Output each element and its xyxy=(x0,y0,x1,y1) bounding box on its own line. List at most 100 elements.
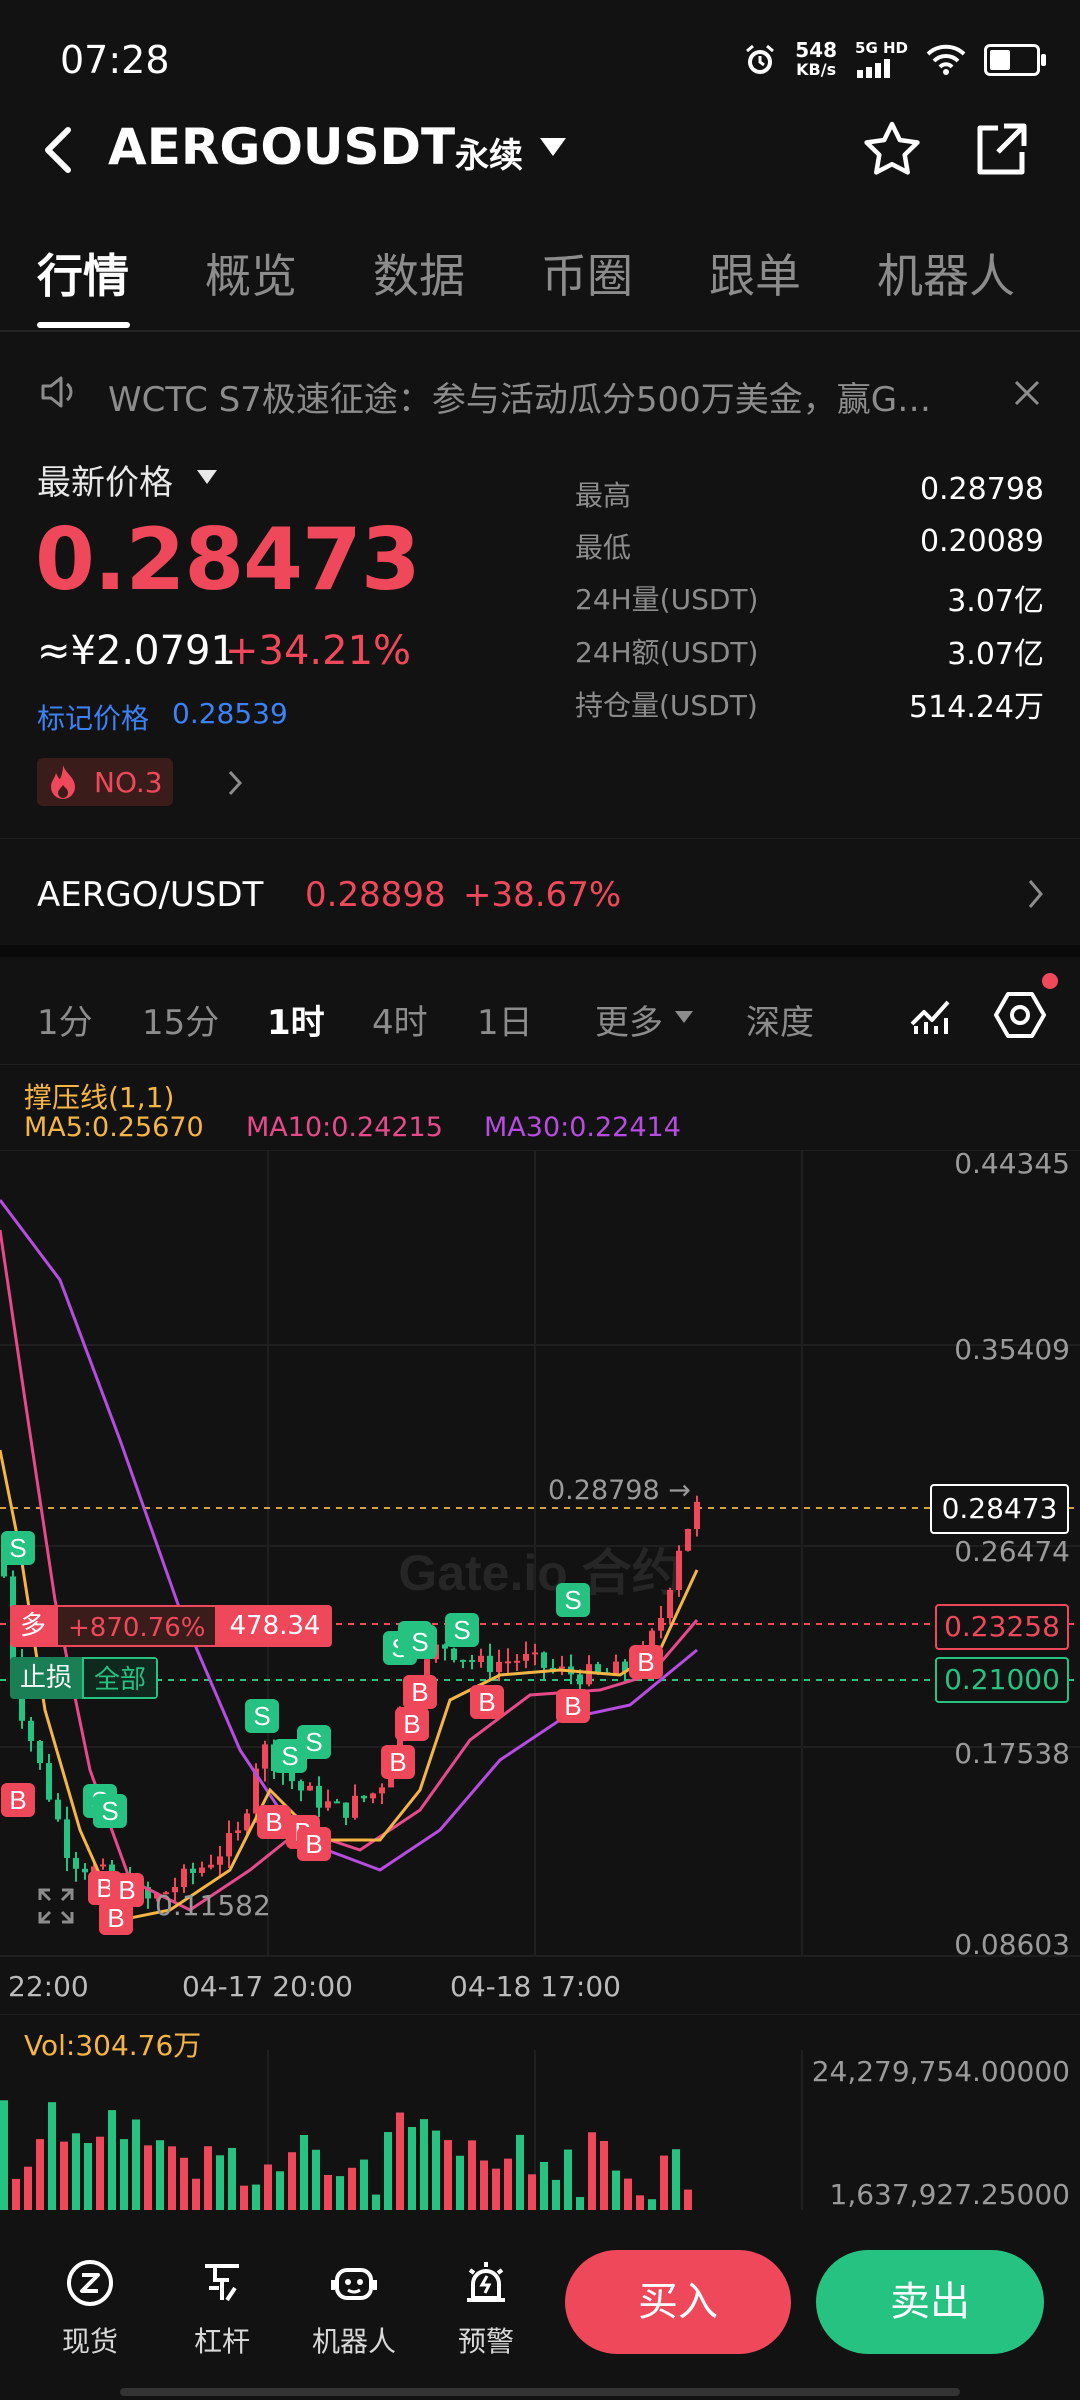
candlestick-chart[interactable]: Gate.io 合约 SSSSSSSSSSSBBBBBBBBBBBBB xyxy=(0,1150,1080,1960)
nav-spot[interactable]: 现货 xyxy=(35,2258,145,2360)
candle-body xyxy=(541,1652,547,1668)
candle-body xyxy=(100,1864,106,1867)
fullscreen-icon[interactable] xyxy=(36,1886,76,1926)
volume-chart xyxy=(0,2050,803,2210)
tab-market[interactable]: 行情 xyxy=(37,240,129,306)
interval-1d[interactable]: 1日 xyxy=(477,995,533,1044)
position-pill[interactable]: 多 +870.76% 478.34 xyxy=(10,1605,333,1647)
indicator-icon[interactable] xyxy=(906,990,954,1038)
volume-bar xyxy=(672,2149,680,2210)
sell-button[interactable]: 卖出 xyxy=(816,2250,1044,2354)
candle-body xyxy=(505,1661,511,1664)
volume-bar xyxy=(600,2141,608,2210)
volume-bar xyxy=(480,2160,488,2210)
announcement-text[interactable]: WCTC S7极速征途：参与活动瓜分500万美金，赢G… xyxy=(108,372,968,421)
chevron-right-icon[interactable] xyxy=(1024,877,1048,911)
volume-bar xyxy=(144,2145,152,2210)
volume-bar xyxy=(300,2134,308,2210)
depth-tab[interactable]: 深度 xyxy=(746,995,814,1044)
buy-button[interactable]: 买入 xyxy=(565,2250,791,2354)
volume-bar xyxy=(516,2134,524,2210)
candle-body xyxy=(478,1655,484,1663)
nav-bot[interactable]: 机器人 xyxy=(299,2258,409,2360)
candle-body xyxy=(496,1661,502,1673)
nav-alert[interactable]: 预警 xyxy=(431,2258,541,2360)
volume-bar xyxy=(420,2119,428,2210)
buy-marker: B xyxy=(305,1829,322,1859)
candle-body xyxy=(334,1801,340,1804)
volume-bar xyxy=(156,2140,164,2210)
stat-high-value: 0.28798 xyxy=(919,472,1044,507)
nav-bot-label: 机器人 xyxy=(311,2325,396,2358)
net-type: 5G HD xyxy=(855,38,908,82)
volume-bar xyxy=(312,2149,320,2210)
position-size: 478.34 xyxy=(217,1605,333,1647)
candle-body xyxy=(577,1674,583,1685)
spot-pair[interactable]: AERGO/USDT xyxy=(37,875,263,915)
volume-bar xyxy=(60,2141,68,2210)
volume-bar xyxy=(324,2175,332,2210)
volume-bar xyxy=(96,2136,104,2210)
contract-type[interactable]: 永续 xyxy=(455,128,523,177)
interval-more[interactable]: 更多 xyxy=(595,995,663,1044)
settings-icon[interactable] xyxy=(994,990,1046,1040)
dropdown-icon[interactable] xyxy=(540,138,566,156)
volume-bar xyxy=(72,2133,80,2210)
volume-bar xyxy=(444,2140,452,2210)
more-dropdown-icon[interactable] xyxy=(675,1011,693,1023)
sell-marker: S xyxy=(101,1796,118,1826)
volume-bar xyxy=(228,2147,236,2210)
volume-bar xyxy=(384,2132,392,2210)
candle-body xyxy=(217,1856,223,1865)
tab-bot[interactable]: 机器人 xyxy=(877,240,1015,306)
price-type-label[interactable]: 最新价格 xyxy=(37,455,173,504)
tab-copy-trading[interactable]: 跟单 xyxy=(709,240,801,306)
candle-body xyxy=(667,1589,673,1618)
candle-body xyxy=(487,1655,493,1673)
tab-data[interactable]: 数据 xyxy=(373,240,465,306)
nav-leverage[interactable]: 杠杆 xyxy=(167,2258,277,2360)
interval-4h[interactable]: 4时 xyxy=(372,995,428,1044)
stat-turnover-label: 24H额(USDT) xyxy=(575,636,759,669)
nav-leverage-label: 杠杆 xyxy=(193,2325,250,2358)
candle-body xyxy=(64,1819,70,1858)
volume-bar xyxy=(660,2155,668,2210)
candle-body xyxy=(298,1781,304,1791)
interval-15m[interactable]: 15分 xyxy=(142,995,219,1044)
status-time: 07:28 xyxy=(60,38,170,82)
volume-bar xyxy=(648,2199,656,2210)
spot-icon xyxy=(67,2260,113,2306)
volume-bar xyxy=(0,2100,8,2210)
tab-overview[interactable]: 概览 xyxy=(205,240,297,306)
pair-title[interactable]: AERGOUSDT xyxy=(108,118,455,176)
candle-body xyxy=(514,1660,520,1663)
tab-community[interactable]: 币圈 xyxy=(541,240,633,306)
star-icon[interactable] xyxy=(860,118,924,182)
close-icon[interactable] xyxy=(1012,378,1042,408)
high-marker: 0.28798 → xyxy=(548,1475,691,1506)
buy-marker: B xyxy=(564,1691,581,1721)
volume-bar xyxy=(132,2119,140,2210)
robot-icon xyxy=(331,2268,377,2300)
y-tick: 0.44345 xyxy=(954,1147,1070,1180)
candle-body xyxy=(523,1653,529,1661)
candle-body xyxy=(55,1799,61,1820)
share-icon[interactable] xyxy=(968,118,1032,182)
section-gap xyxy=(0,945,1080,957)
back-icon[interactable] xyxy=(30,120,90,180)
candle-body xyxy=(676,1550,682,1590)
interval-1h[interactable]: 1时 xyxy=(267,995,325,1044)
volume-bar xyxy=(108,2110,116,2210)
buy-marker: B xyxy=(265,1807,282,1837)
chevron-right-icon[interactable] xyxy=(224,768,248,798)
ma5-label: MA5:0.25670 xyxy=(24,1112,204,1143)
net-speed: 548 KB/s xyxy=(795,38,838,79)
last-price-tag: 0.28473 xyxy=(930,1484,1069,1534)
home-indicator[interactable] xyxy=(120,2388,960,2396)
interval-1m[interactable]: 1分 xyxy=(37,995,93,1044)
stop-loss-pill[interactable]: 止损 全部 xyxy=(10,1657,159,1699)
status-icons: 548 KB/s 5G HD xyxy=(743,38,1046,82)
price-type-dropdown-icon[interactable] xyxy=(197,470,217,484)
sell-marker: S xyxy=(564,1585,581,1615)
speaker-icon xyxy=(41,376,73,408)
